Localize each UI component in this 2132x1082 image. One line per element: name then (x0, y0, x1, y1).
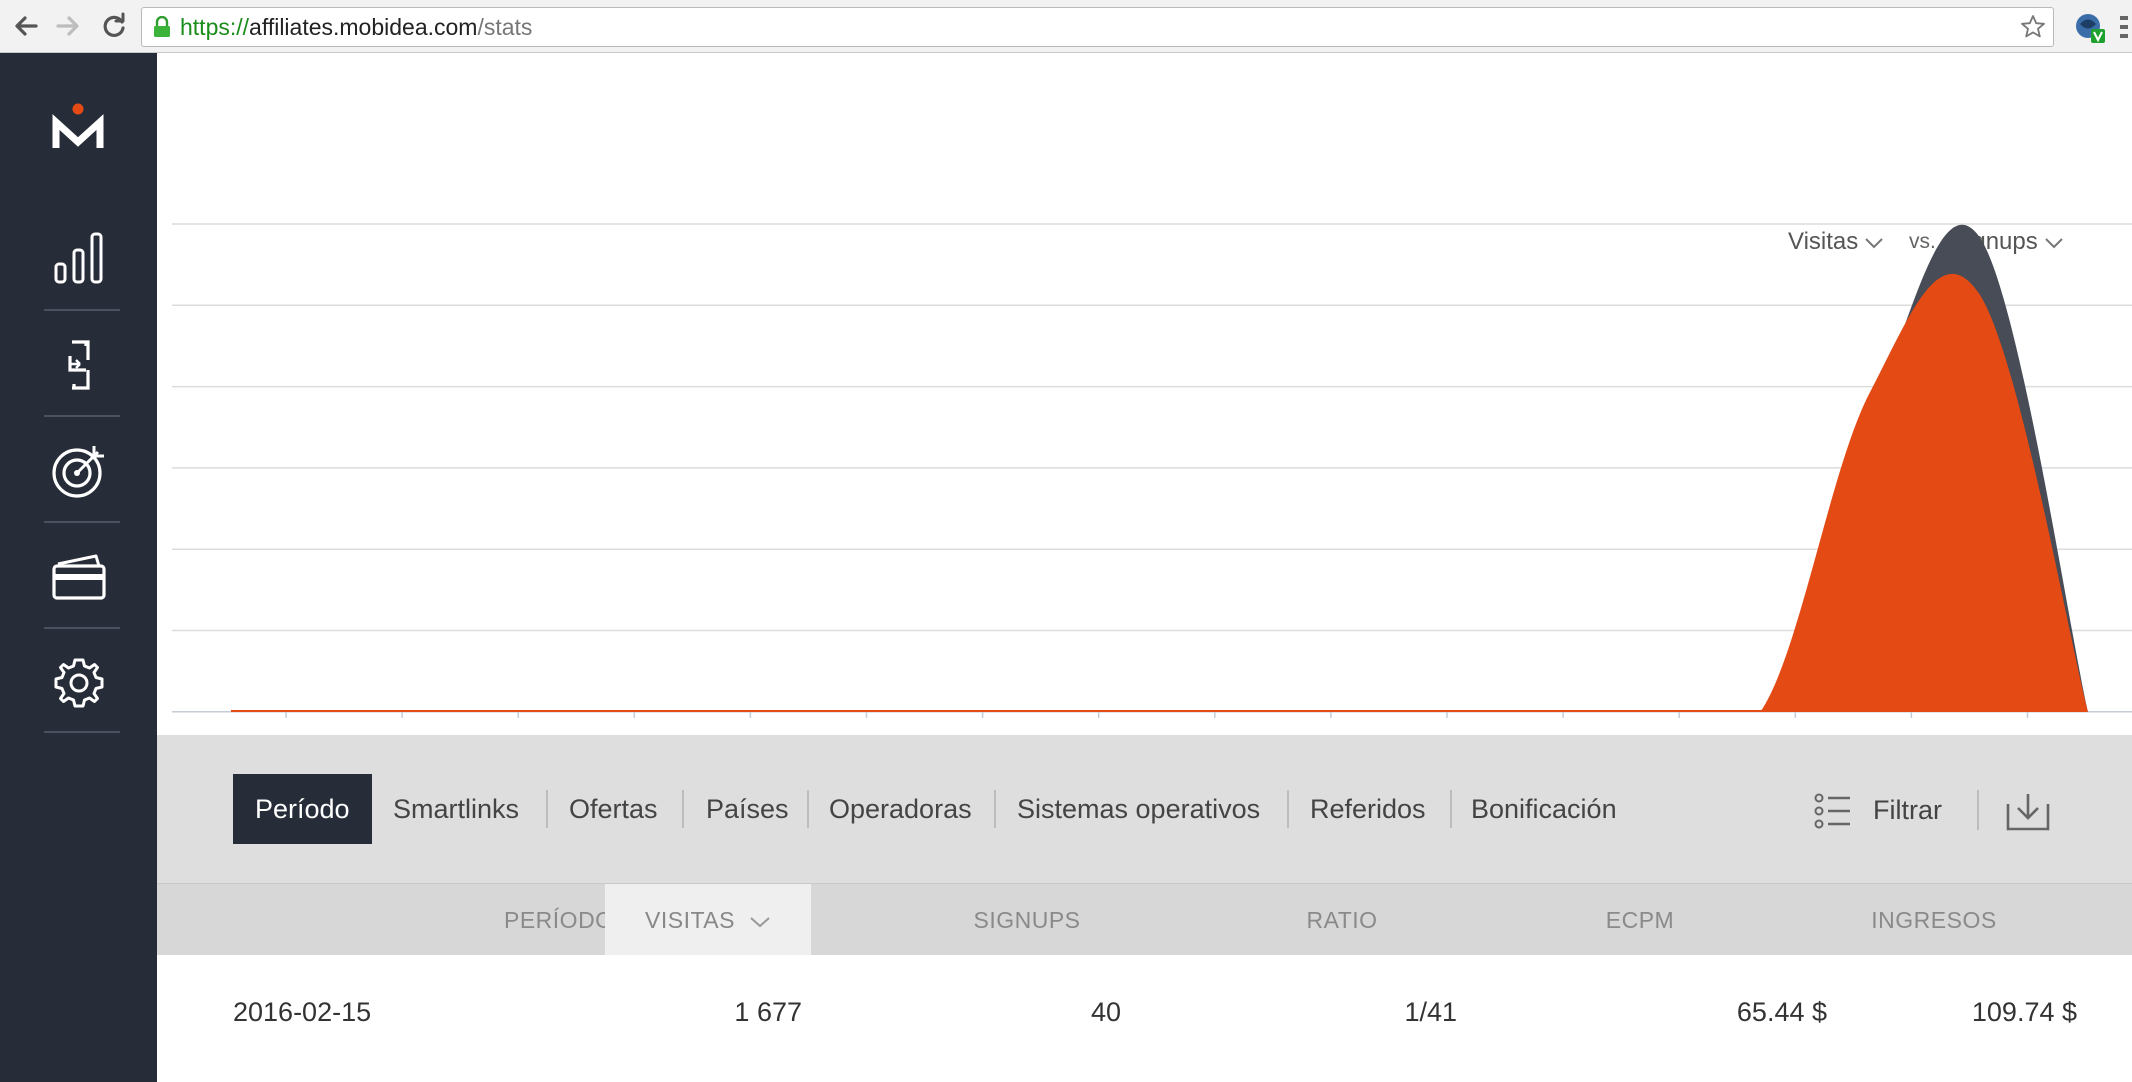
tab-bonificacion[interactable]: Bonificación (1471, 774, 1617, 844)
filter-button[interactable]: Filtrar (1873, 795, 1942, 826)
address-bar[interactable]: https://affiliates.mobidea.com/stats (141, 7, 2054, 47)
tab-divider (807, 790, 809, 828)
header-visitas-sorted[interactable]: VISITAS (605, 884, 811, 956)
sidebar-item-smartlinks[interactable] (0, 311, 157, 416)
secure-lock-icon (154, 16, 170, 37)
bookmark-star-icon[interactable] (2019, 13, 2047, 41)
cell-ecpm: 65.44 $ (1736, 997, 1827, 1027)
area-chart (172, 223, 2132, 718)
header-ingresos[interactable]: INGRESOS (1854, 884, 2014, 956)
table-row[interactable]: 2016-02-15 1 677 40 1/41 65.44 $ 109.74 … (157, 955, 2132, 1082)
smartlink-icon (68, 340, 90, 390)
reload-icon[interactable] (98, 10, 130, 42)
chart-panel: Visitas vs. Signups (157, 53, 2132, 735)
cell-ingresos: 109.74 $ (1971, 997, 2077, 1027)
tab-divider (1450, 790, 1452, 828)
tab-sistemas-operativos[interactable]: Sistemas operativos (1017, 774, 1260, 844)
header-ecpm[interactable]: ECPM (1590, 884, 1690, 956)
tab-divider (682, 790, 684, 828)
credit-card-icon (52, 554, 106, 600)
tab-divider (546, 790, 548, 828)
url-path: /stats (477, 14, 533, 40)
tab-paises[interactable]: Países (706, 774, 789, 844)
header-ratio[interactable]: RATIO (1292, 884, 1392, 956)
sidebar-item-stats[interactable] (0, 203, 157, 308)
header-signups[interactable]: SIGNUPS (952, 884, 1102, 956)
tab-divider (994, 790, 996, 828)
browser-toolbar: https://affiliates.mobidea.com/stats (0, 0, 2132, 53)
sidebar (0, 53, 157, 1082)
chart-x-ticks (285, 712, 2029, 718)
header-visitas-label: VISITAS (645, 907, 735, 933)
tab-smartlinks[interactable]: Smartlinks (393, 774, 519, 844)
mobidea-logo[interactable] (48, 98, 108, 158)
tab-referidos[interactable]: Referidos (1310, 774, 1426, 844)
download-icon[interactable] (2005, 790, 2051, 832)
sidebar-item-offers[interactable] (0, 417, 157, 522)
sort-desc-chevron-icon (750, 917, 770, 928)
tab-divider (1287, 790, 1289, 828)
stats-table-header: PERÍODO VISITAS SIGNUPS RATIO ECPM INGRE… (157, 883, 2132, 956)
filter-list-icon[interactable] (1814, 793, 1852, 829)
url-text[interactable]: https://affiliates.mobidea.com/stats (180, 14, 532, 40)
toolbar-divider (1977, 790, 1979, 830)
cell-periodo: 2016-02-15 (233, 997, 372, 1027)
browser-menu-icon[interactable] (2118, 12, 2128, 42)
series-area-signups[interactable] (231, 273, 2088, 712)
tab-operadoras[interactable]: Operadoras (829, 774, 972, 844)
target-icon (52, 446, 104, 498)
cell-visitas: 1 677 (734, 997, 802, 1027)
url-host: affiliates.mobidea.com (249, 14, 478, 40)
url-scheme: https:// (180, 14, 250, 40)
cell-ratio: 1/41 (1404, 997, 1457, 1027)
sidebar-divider (44, 731, 120, 733)
tab-ofertas[interactable]: Ofertas (569, 774, 658, 844)
bar-chart-icon (54, 232, 103, 284)
cell-signups: 40 (1090, 997, 1121, 1027)
gear-icon (54, 658, 104, 708)
forward-arrow-icon[interactable] (52, 10, 84, 42)
extension-icon[interactable] (2072, 9, 2108, 45)
header-periodo-label: PERÍODO (504, 907, 614, 933)
breakdown-tabs-bar: Período Smartlinks Ofertas Países Operad… (157, 735, 2132, 883)
sidebar-item-payments[interactable] (0, 523, 157, 628)
tab-periodo[interactable]: Período (233, 774, 372, 844)
back-arrow-icon[interactable] (10, 10, 42, 42)
sidebar-item-settings[interactable] (0, 629, 157, 734)
